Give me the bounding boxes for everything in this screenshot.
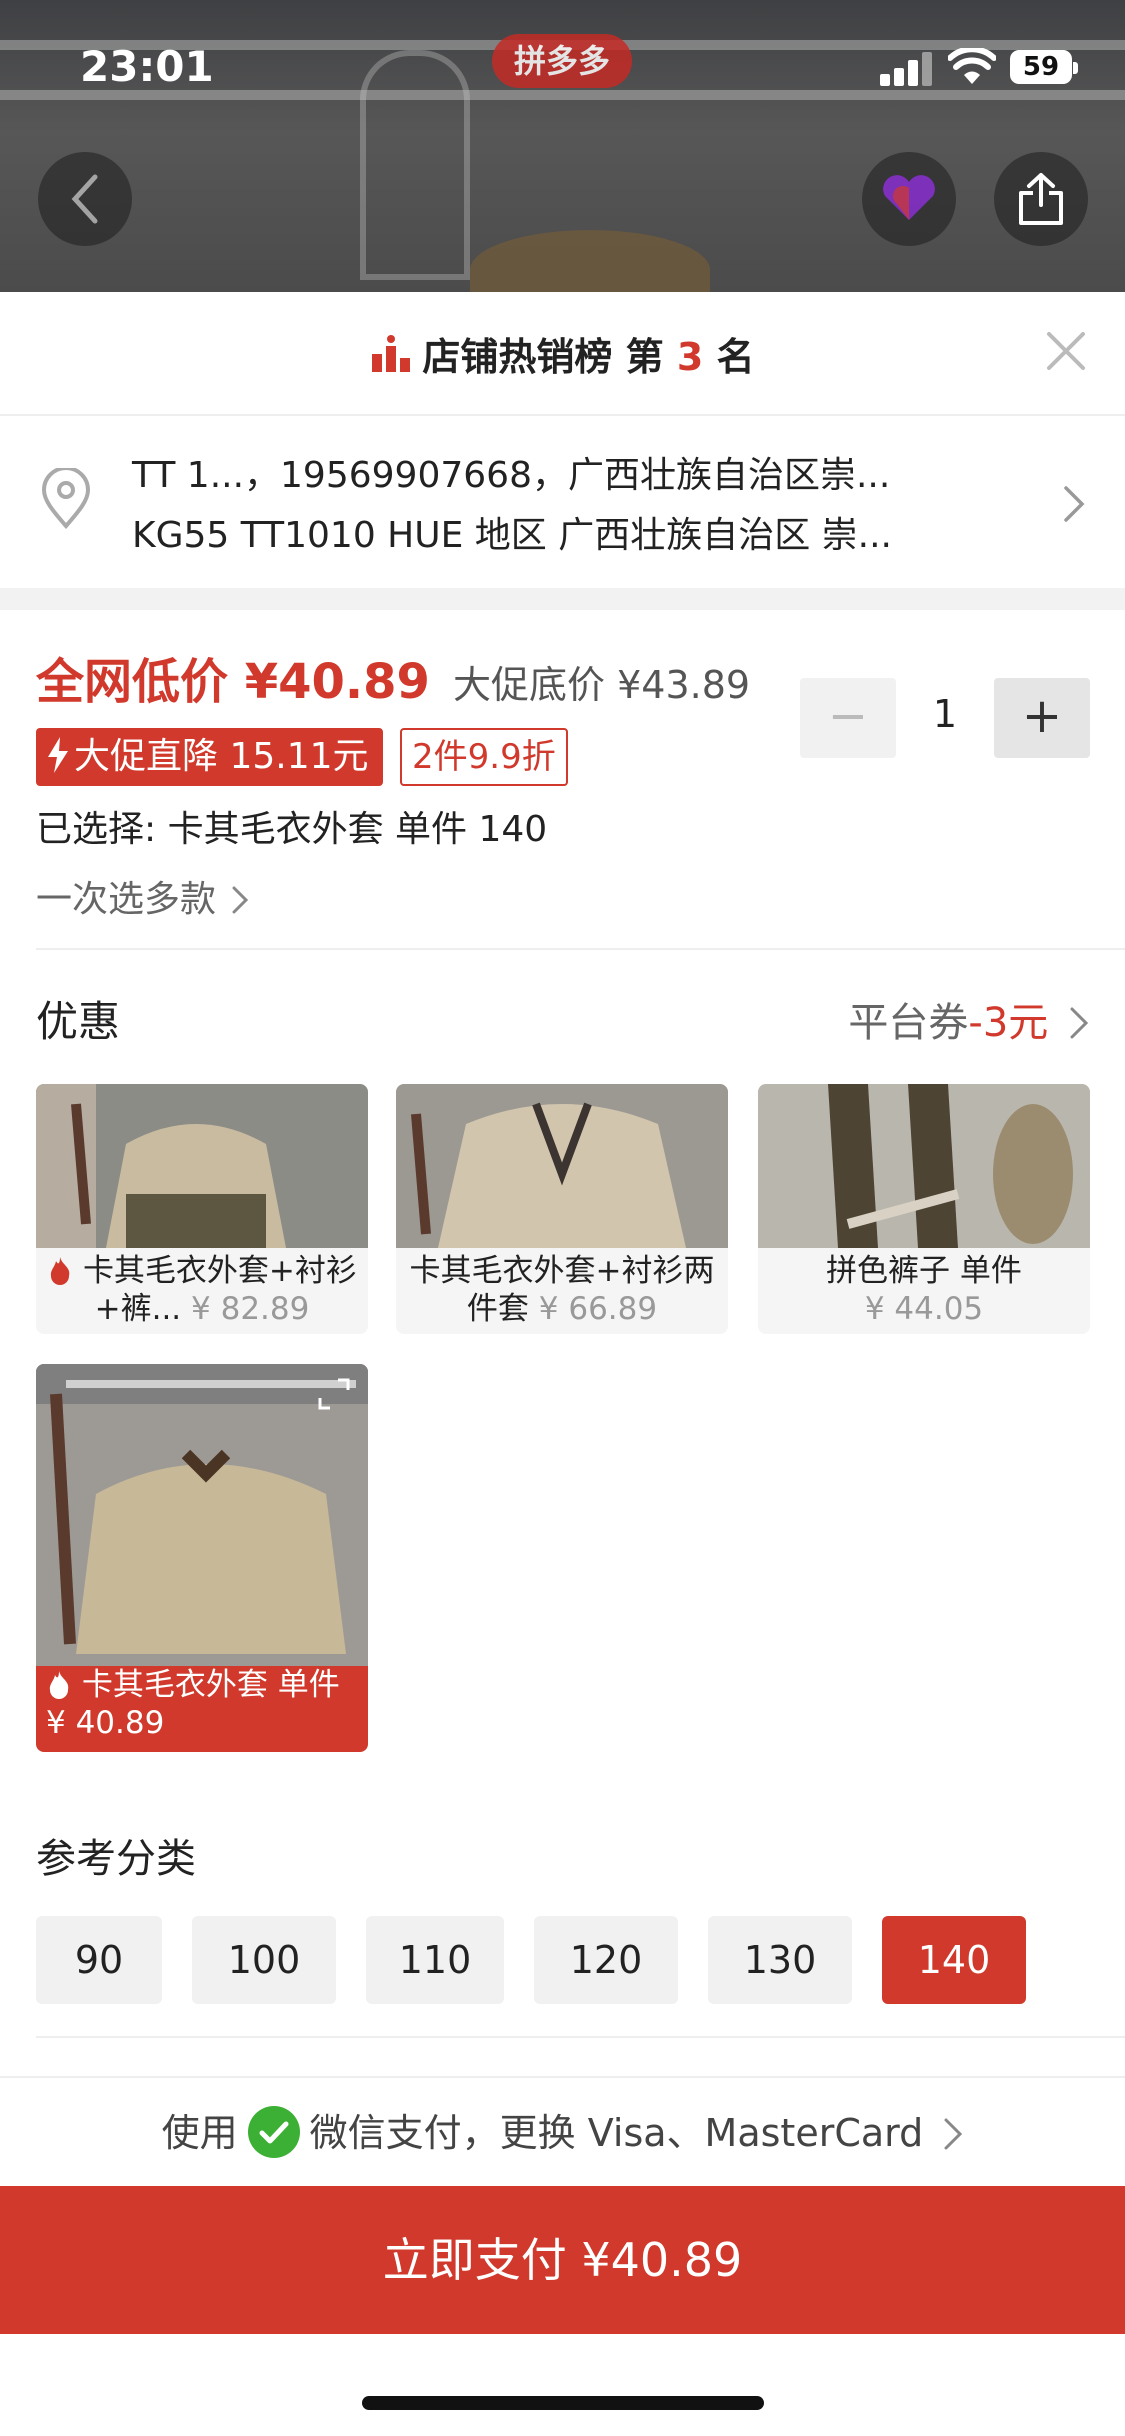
price-row: 全网低价 ¥40.89 大促底价 ¥43.89	[36, 642, 750, 712]
heart-icon	[883, 175, 935, 220]
location-pin-icon	[41, 468, 91, 530]
status-bar: 23:01 拼多多 59	[0, 0, 1125, 130]
product-card[interactable]: 卡其毛衣外套+衬衫+裤... ¥ 82.89	[36, 1084, 368, 1334]
size-option-130[interactable]: 130	[708, 1916, 852, 2004]
product-card[interactable]: 卡其毛衣外套+衬衫两件套 ¥ 66.89	[396, 1084, 728, 1334]
chevron-right-icon	[944, 2118, 963, 2150]
product-name: 拼色裤子 单件	[826, 1253, 1022, 1289]
product-price: ¥ 40.89	[46, 1705, 165, 1741]
promo-floor-price: 大促底价 ¥43.89	[453, 663, 751, 707]
quantity-stepper: − 1 +	[800, 678, 1090, 758]
flame-icon	[50, 1257, 70, 1285]
shop-rank-banner[interactable]: 店铺热销榜 第 3 名	[0, 292, 1125, 416]
share-icon	[1019, 173, 1063, 225]
divider	[36, 948, 1125, 950]
increment-button[interactable]: +	[994, 678, 1090, 758]
back-button[interactable]	[38, 152, 132, 246]
discount-tag: 大促直降 15.11元	[36, 728, 383, 786]
divider	[36, 2036, 1125, 2038]
chevron-right-icon	[1064, 486, 1085, 522]
product-price: ¥ 66.89	[538, 1291, 658, 1327]
expand-icon[interactable]	[314, 1374, 354, 1414]
chevron-right-icon	[1070, 1007, 1089, 1039]
bundle-discount-tag: 2件9.9折	[400, 728, 568, 786]
lightning-icon	[48, 737, 68, 773]
ranking-chart-icon	[372, 335, 411, 372]
pay-now-button[interactable]: 立即支付 ¥40.89	[0, 2186, 1125, 2334]
close-icon[interactable]	[1041, 326, 1091, 376]
chevron-left-icon	[71, 174, 98, 224]
product-image	[758, 1084, 1090, 1248]
rank-number: 3	[676, 335, 704, 379]
product-name: 卡其毛衣外套 单件	[81, 1667, 340, 1703]
payment-method-text: 微信支付，更换 Visa、MasterCard	[309, 2111, 924, 2155]
rank-suffix: 名	[716, 335, 755, 379]
sweater-image	[470, 230, 710, 292]
multi-select-label: 一次选多款	[36, 879, 217, 920]
product-image	[36, 1084, 368, 1248]
product-price: ¥ 44.05	[864, 1291, 984, 1327]
coupon-value: -3元	[968, 1000, 1049, 1046]
multi-select-link[interactable]: 一次选多款	[36, 870, 249, 922]
wifi-icon	[948, 48, 996, 84]
battery-indicator: 59	[1010, 50, 1078, 84]
rank-prefix: 店铺热销榜 第	[422, 335, 664, 379]
discount-tag-text: 大促直降 15.11元	[74, 736, 369, 777]
payment-prefix: 使用	[161, 2111, 238, 2155]
address-line-1: TT 1...，19569907668，广西壮族自治区崇...	[132, 455, 891, 496]
size-option-110[interactable]: 110	[366, 1916, 504, 2004]
size-option-120[interactable]: 120	[534, 1916, 678, 2004]
product-card[interactable]: 拼色裤子 单件 ¥ 44.05	[758, 1084, 1090, 1334]
status-time: 23:01	[80, 42, 214, 91]
decrement-button[interactable]: −	[800, 678, 896, 758]
quantity-value: 1	[932, 692, 958, 736]
chevron-right-icon	[232, 886, 249, 914]
section-divider	[0, 588, 1125, 610]
wechat-pay-icon	[247, 2106, 300, 2158]
home-indicator[interactable]	[362, 2396, 764, 2410]
address-line-2: KG55 TT1010 HUE 地区 广西壮族自治区 崇...	[132, 515, 892, 556]
favorite-button[interactable]	[862, 152, 956, 246]
payment-method-selector[interactable]: 使用 微信支付，更换 Visa、MasterCard	[0, 2076, 1125, 2186]
lowest-price: 全网低价 ¥40.89	[36, 654, 430, 710]
share-button[interactable]	[994, 152, 1088, 246]
coupon-label: 平台券	[848, 1000, 969, 1046]
shipping-address[interactable]: TT 1...，19569907668，广西壮族自治区崇... KG55 TT1…	[0, 416, 1125, 588]
size-option-140[interactable]: 140	[882, 1916, 1026, 2004]
size-option-100[interactable]: 100	[192, 1916, 336, 2004]
offers-title: 优惠	[36, 997, 121, 1046]
platform-coupon-link[interactable]: 平台券-3元	[848, 990, 1089, 1048]
product-price: ¥ 82.89	[191, 1291, 310, 1327]
app-logo-badge: 拼多多	[492, 34, 632, 88]
flame-icon	[49, 1671, 69, 1699]
selected-sku-text: 已选择: 卡其毛衣外套 单件 140	[36, 809, 548, 850]
category-title: 参考分类	[36, 1836, 196, 1882]
product-card-selected[interactable]: 卡其毛衣外套 单件 ¥ 40.89	[36, 1364, 368, 1752]
signal-icon	[880, 52, 934, 86]
product-image	[396, 1084, 728, 1248]
size-option-90[interactable]: 90	[36, 1916, 162, 2004]
